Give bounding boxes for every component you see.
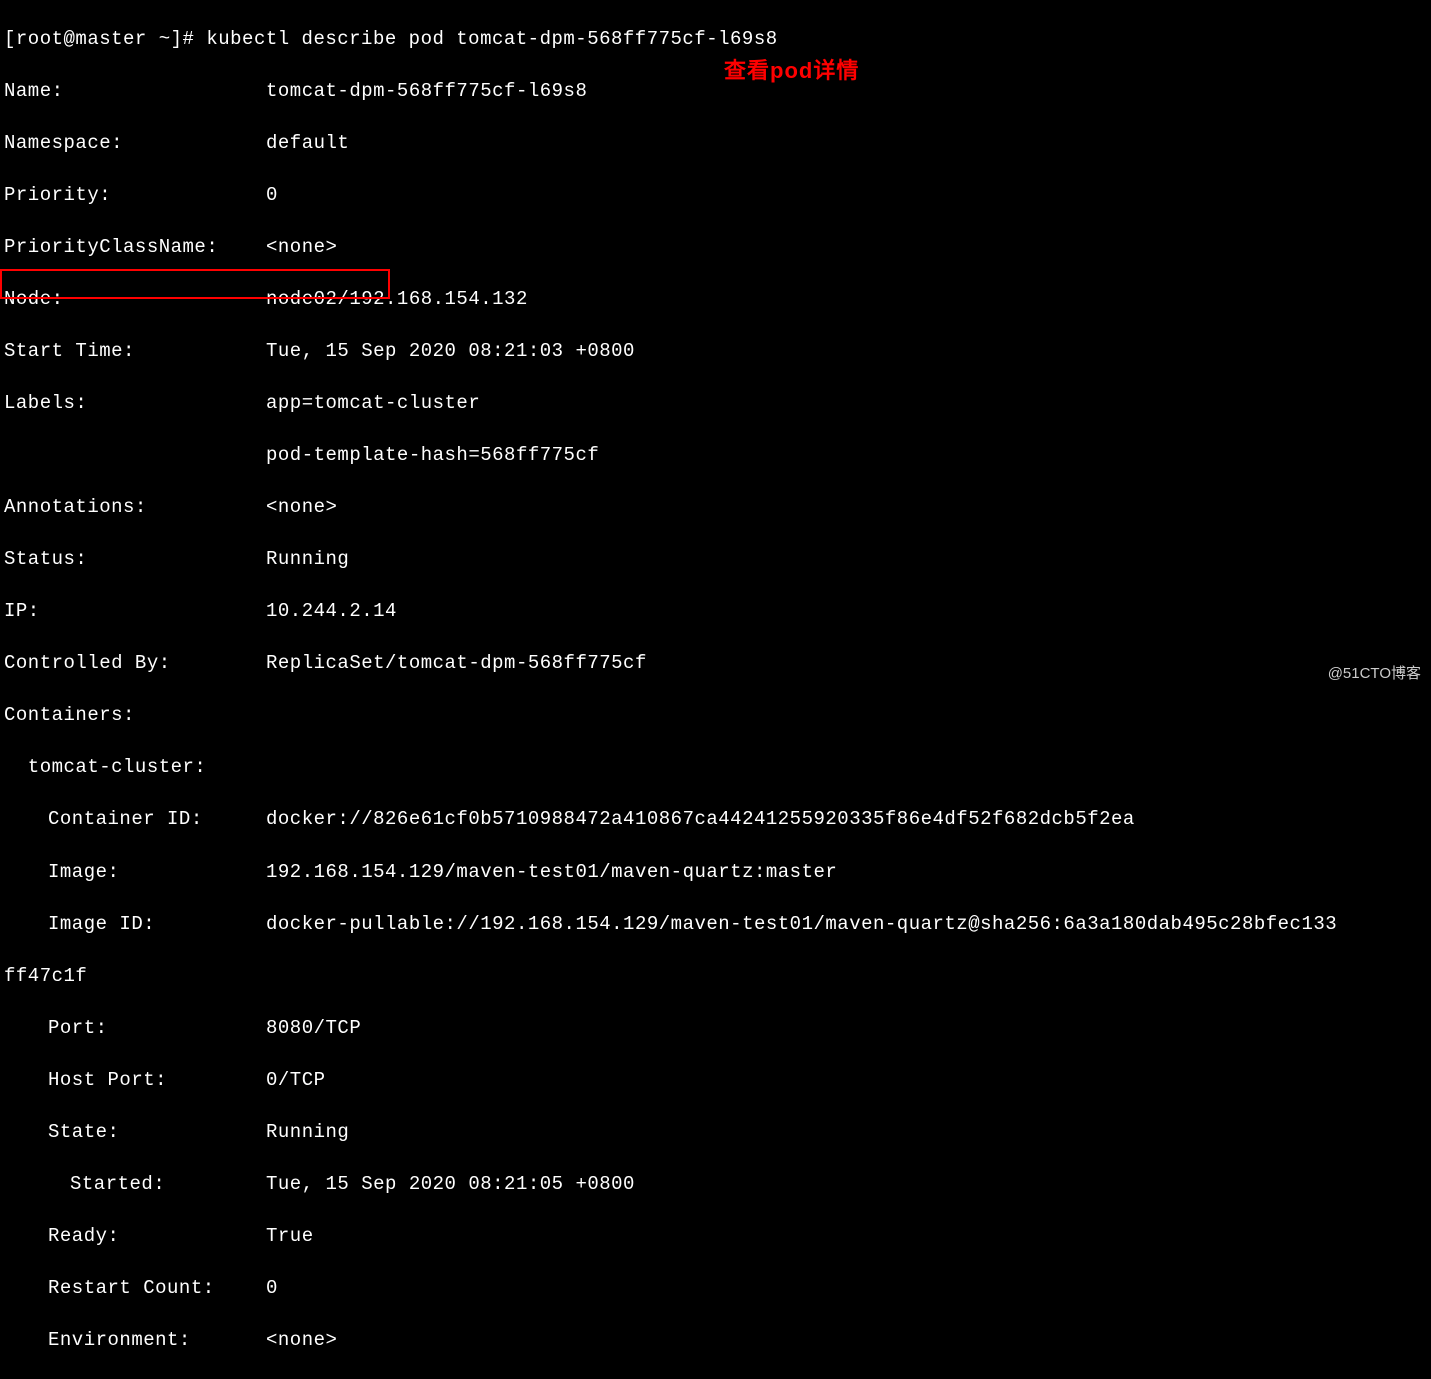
val-ip: 10.244.2.14 — [244, 600, 397, 622]
field-controlledby: Controlled By:ReplicaSet/tomcat-dpm-568f… — [4, 650, 1431, 676]
val-environment: <none> — [244, 1329, 337, 1351]
key-ready: Ready: — [4, 1223, 244, 1249]
key-controlledby: Controlled By: — [4, 650, 244, 676]
field-containerid: Container ID:docker://826e61cf0b57109884… — [4, 806, 1431, 832]
field-node: Node:node02/192.168.154.132 — [4, 286, 1431, 312]
annotation-label: 查看pod详情 — [724, 56, 859, 86]
field-priorityclass: PriorityClassName:<none> — [4, 234, 1431, 260]
key-node: Node: — [4, 286, 244, 312]
field-status: Status:Running — [4, 546, 1431, 572]
val-started: Tue, 15 Sep 2020 08:21:05 +0800 — [244, 1173, 635, 1195]
field-environment: Environment:<none> — [4, 1327, 1431, 1353]
val-port: 8080/TCP — [244, 1017, 361, 1039]
field-started: Started:Tue, 15 Sep 2020 08:21:05 +0800 — [4, 1171, 1431, 1197]
val-node: node02/192.168.154.132 — [244, 288, 528, 310]
key-port: Port: — [4, 1015, 244, 1041]
key-restartcount: Restart Count: — [4, 1275, 244, 1301]
key-priority: Priority: — [4, 182, 244, 208]
field-labels: Labels:app=tomcat-cluster — [4, 390, 1431, 416]
field-restartcount: Restart Count:0 — [4, 1275, 1431, 1301]
key-image: Image: — [4, 859, 244, 885]
val-hostport: 0/TCP — [244, 1069, 326, 1091]
val-labels-2: pod-template-hash=568ff775cf — [244, 444, 599, 466]
val-priorityclass: <none> — [244, 236, 337, 258]
val-image: 192.168.154.129/maven-test01/maven-quart… — [244, 861, 837, 883]
field-labels-cont: pod-template-hash=568ff775cf — [4, 442, 1431, 468]
container-name: tomcat-cluster: — [4, 754, 1431, 780]
val-restartcount: 0 — [244, 1277, 278, 1299]
terminal-output: [root@master ~]# kubectl describe pod to… — [0, 0, 1431, 1379]
command-prompt: [root@master ~]# kubectl describe pod to… — [4, 26, 1431, 52]
key-environment: Environment: — [4, 1327, 244, 1353]
val-state: Running — [244, 1121, 349, 1143]
val-priority: 0 — [244, 184, 278, 206]
key-state: State: — [4, 1119, 244, 1145]
field-priority: Priority:0 — [4, 182, 1431, 208]
field-annotations: Annotations:<none> — [4, 494, 1431, 520]
val-ready: True — [244, 1225, 314, 1247]
key-namespace: Namespace: — [4, 130, 244, 156]
key-containerid: Container ID: — [4, 806, 244, 832]
field-imageid: Image ID:docker-pullable://192.168.154.1… — [4, 911, 1431, 937]
val-namespace: default — [244, 132, 349, 154]
field-name: Name:tomcat-dpm-568ff775cf-l69s8 — [4, 78, 1431, 104]
val-name: tomcat-dpm-568ff775cf-l69s8 — [244, 80, 587, 102]
watermark-text: @51CTO博客 — [1328, 664, 1421, 685]
val-containerid: docker://826e61cf0b5710988472a410867ca44… — [244, 808, 1135, 830]
field-ready: Ready:True — [4, 1223, 1431, 1249]
field-image: Image:192.168.154.129/maven-test01/maven… — [4, 859, 1431, 885]
field-namespace: Namespace:default — [4, 130, 1431, 156]
val-labels-1: app=tomcat-cluster — [244, 392, 480, 414]
val-imageid: docker-pullable://192.168.154.129/maven-… — [244, 913, 1337, 935]
key-started: Started: — [4, 1171, 244, 1197]
key-annotations: Annotations: — [4, 494, 244, 520]
val-annotations: <none> — [244, 496, 337, 518]
val-starttime: Tue, 15 Sep 2020 08:21:03 +0800 — [244, 340, 635, 362]
field-containers: Containers: — [4, 702, 1431, 728]
key-hostport: Host Port: — [4, 1067, 244, 1093]
key-labels: Labels: — [4, 390, 244, 416]
key-status: Status: — [4, 546, 244, 572]
key-name: Name: — [4, 78, 244, 104]
key-priorityclass: PriorityClassName: — [4, 234, 244, 260]
field-starttime: Start Time:Tue, 15 Sep 2020 08:21:03 +08… — [4, 338, 1431, 364]
field-imageid-wrap: ff47c1f — [4, 963, 1431, 989]
key-imageid: Image ID: — [4, 911, 244, 937]
field-state: State:Running — [4, 1119, 1431, 1145]
val-status: Running — [244, 548, 349, 570]
key-starttime: Start Time: — [4, 338, 244, 364]
field-port: Port:8080/TCP — [4, 1015, 1431, 1041]
val-controlledby: ReplicaSet/tomcat-dpm-568ff775cf — [244, 652, 647, 674]
key-ip: IP: — [4, 598, 244, 624]
field-ip: IP:10.244.2.14 — [4, 598, 1431, 624]
field-hostport: Host Port:0/TCP — [4, 1067, 1431, 1093]
